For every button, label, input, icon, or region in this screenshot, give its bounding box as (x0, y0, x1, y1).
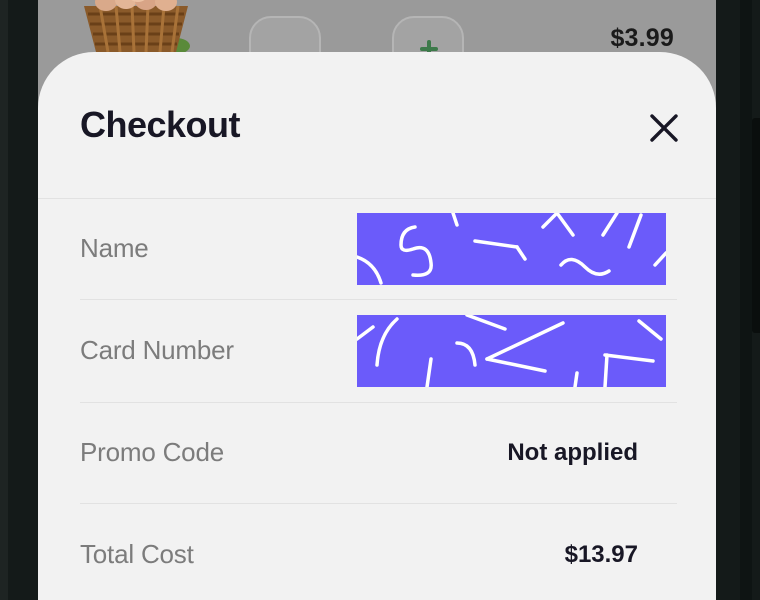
row-divider (80, 299, 677, 300)
sheet-title: Checkout (80, 104, 241, 145)
device-frame-right (740, 0, 752, 600)
close-button[interactable] (644, 108, 684, 148)
product-price: $3.99 (610, 24, 674, 52)
total-cost-value: $13.97 (564, 541, 638, 568)
card-number-value-redacted (357, 315, 666, 387)
app-stage: $3.99 Checkout Name Card Number Promo Co… (0, 0, 760, 600)
name-value-redacted (357, 213, 666, 285)
checkout-sheet: Checkout Name Card Number Promo Code Not… (38, 52, 716, 600)
promo-code-value[interactable]: Not applied (507, 439, 638, 467)
promo-code-label: Promo Code (80, 437, 224, 467)
device-side-button (752, 118, 760, 333)
close-icon (650, 114, 678, 142)
row-divider (80, 402, 677, 403)
name-label: Name (80, 233, 149, 263)
header-divider (38, 198, 716, 199)
egg-basket-image (84, 0, 190, 54)
row-divider (80, 503, 677, 504)
device-frame-left (0, 0, 8, 600)
card-number-label: Card Number (80, 335, 234, 365)
total-cost-label: Total Cost (80, 539, 194, 569)
